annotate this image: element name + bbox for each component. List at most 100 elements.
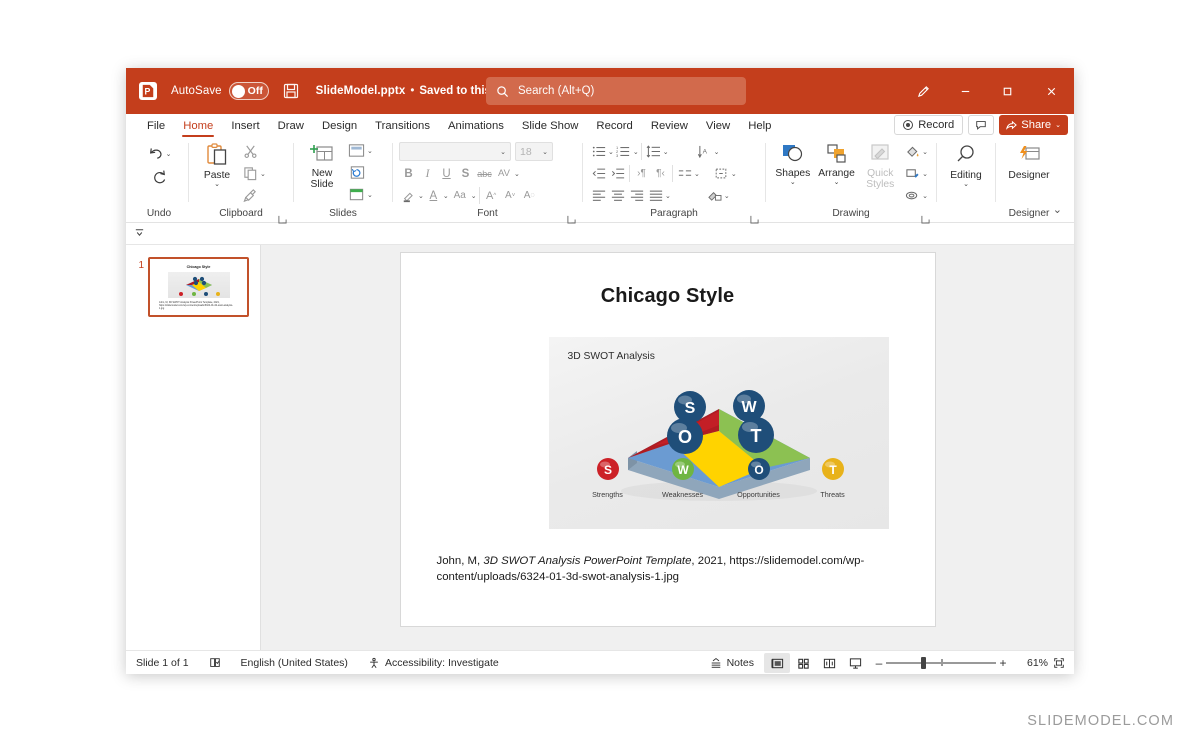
reset-button[interactable] <box>346 163 375 182</box>
arrange-button[interactable]: Arrange ⌄ <box>816 140 858 187</box>
align-text-chevron-icon[interactable]: ⌄ <box>731 170 737 178</box>
view-slide-show-button[interactable] <box>842 653 868 673</box>
format-painter-button[interactable] <box>241 186 268 205</box>
align-left-button[interactable] <box>589 186 608 205</box>
tab-transitions[interactable]: Transitions <box>366 114 439 138</box>
tab-help[interactable]: Help <box>739 114 780 138</box>
italic-button[interactable]: I <box>418 164 437 183</box>
copy-chevron-icon[interactable]: ⌄ <box>260 170 266 178</box>
undo-chevron-icon[interactable]: ⌄ <box>166 150 172 158</box>
designer-button[interactable]: Designer <box>1003 142 1055 181</box>
paste-chevron-icon[interactable]: ⌄ <box>214 181 220 189</box>
drawing-dialog-launcher[interactable] <box>921 211 931 224</box>
layout-chevron-icon[interactable]: ⌄ <box>367 147 373 155</box>
shape-fill-button[interactable]: ⌄ <box>903 142 930 161</box>
zoom-in-button[interactable]: + <box>996 656 1010 670</box>
tab-review[interactable]: Review <box>642 114 697 138</box>
search-box[interactable]: Search (Alt+Q) <box>486 77 746 105</box>
tab-slide-show[interactable]: Slide Show <box>513 114 588 138</box>
underline-button[interactable]: U <box>437 164 456 183</box>
accessibility-status[interactable]: Accessibility: Investigate <box>358 651 509 675</box>
quick-access-toolbar-icon[interactable] <box>134 225 145 243</box>
language-status[interactable]: English (United States) <box>231 651 358 675</box>
shape-outline-chevron-icon[interactable]: ⌄ <box>922 170 928 178</box>
maximize-button[interactable] <box>986 68 1028 114</box>
editing-chevron-icon[interactable]: ⌄ <box>963 181 969 189</box>
shape-fill-chevron-icon[interactable]: ⌄ <box>922 148 928 156</box>
align-right-button[interactable] <box>627 186 646 205</box>
close-button[interactable] <box>1028 68 1074 114</box>
font-name-input[interactable]: ⌄ <box>399 142 511 161</box>
fit-slide-to-window-button[interactable] <box>1048 653 1070 673</box>
tab-insert[interactable]: Insert <box>222 114 268 138</box>
columns-button[interactable] <box>675 164 694 183</box>
increase-font-size-button[interactable]: A ^ <box>482 186 501 205</box>
justify-button[interactable] <box>646 186 665 205</box>
text-direction-button[interactable]: A <box>695 142 714 161</box>
align-center-button[interactable] <box>608 186 627 205</box>
line-spacing-chevron-icon[interactable]: ⌄ <box>663 148 669 156</box>
align-text-button[interactable] <box>712 164 731 183</box>
cut-button[interactable] <box>241 142 268 161</box>
thumbnail-row[interactable]: 1 Chicago Style John, M, 3D SWOT Analysi… <box>126 257 260 317</box>
character-spacing-button[interactable]: AV <box>494 164 514 183</box>
tab-draw[interactable]: Draw <box>269 114 313 138</box>
quick-styles-button[interactable]: Quick Styles <box>859 140 901 190</box>
spellcheck-status[interactable] <box>199 651 231 675</box>
font-dialog-launcher[interactable] <box>567 211 577 224</box>
bullet-list-button[interactable] <box>589 142 608 161</box>
section-button[interactable]: ⌄ <box>346 185 375 204</box>
collapse-ribbon-chevron-icon[interactable]: ⌄ <box>1053 203 1062 216</box>
change-case-chevron-icon[interactable]: ⌄ <box>471 192 477 200</box>
font-color-button[interactable]: A <box>424 186 443 205</box>
document-name[interactable]: SlideModel.pptx <box>316 85 406 97</box>
tab-animations[interactable]: Animations <box>439 114 513 138</box>
numbered-list-button[interactable]: 123 <box>614 142 633 161</box>
decrease-indent-button[interactable] <box>589 164 608 183</box>
save-icon[interactable] <box>282 82 300 100</box>
comments-button[interactable] <box>968 115 995 135</box>
arrange-chevron-icon[interactable]: ⌄ <box>834 179 840 187</box>
zoom-slider[interactable]: – + <box>872 656 1010 670</box>
shapes-button[interactable]: Shapes ⌄ <box>772 140 814 187</box>
tab-home[interactable]: Home <box>174 114 222 138</box>
autosave-toggle[interactable]: Off <box>228 82 269 100</box>
tab-design[interactable]: Design <box>313 114 366 138</box>
strikethrough-button[interactable]: abc <box>475 164 494 183</box>
pen-draw-icon[interactable] <box>902 68 944 114</box>
view-reading-button[interactable] <box>816 653 842 673</box>
convert-to-smartart-button[interactable] <box>705 186 724 205</box>
shapes-chevron-icon[interactable]: ⌄ <box>790 179 796 187</box>
bold-button[interactable]: B <box>399 164 418 183</box>
font-size-input[interactable]: 18 ⌄ <box>515 142 553 161</box>
section-chevron-icon[interactable]: ⌄ <box>367 191 373 199</box>
notes-button[interactable]: Notes <box>700 651 764 674</box>
new-slide-button[interactable]: New Slide <box>300 140 344 190</box>
view-slide-sorter-button[interactable] <box>790 653 816 673</box>
copy-button[interactable]: ⌄ <box>241 164 268 183</box>
redo-button[interactable] <box>149 167 170 186</box>
increase-indent-button[interactable] <box>608 164 627 183</box>
columns-chevron-icon[interactable]: ⌄ <box>694 170 700 178</box>
zoom-thumb[interactable] <box>921 656 926 669</box>
tab-view[interactable]: View <box>697 114 739 138</box>
rtl-direction-button[interactable]: ¶‹ <box>651 164 670 183</box>
zoom-out-button[interactable]: – <box>872 656 886 670</box>
shape-effects-chevron-icon[interactable]: ⌄ <box>922 192 928 200</box>
paragraph-dialog-launcher[interactable] <box>750 211 760 224</box>
tab-file[interactable]: File <box>138 114 174 138</box>
layout-button[interactable]: ⌄ <box>346 141 375 160</box>
ltr-direction-button[interactable]: ›¶ <box>632 164 651 183</box>
shape-effects-button[interactable]: ⌄ <box>903 186 930 205</box>
undo-button[interactable]: ⌄ <box>145 144 174 163</box>
clear-formatting-icon[interactable]: A ◌ <box>520 186 539 205</box>
share-button[interactable]: Share ⌄ <box>999 115 1068 135</box>
zoom-level-label[interactable]: 61% <box>1014 657 1048 669</box>
slide-counter[interactable]: Slide 1 of 1 <box>126 651 199 675</box>
slide-thumbnail-pane[interactable]: 1 Chicago Style John, M, 3D SWOT Analysi… <box>126 245 261 650</box>
line-spacing-button[interactable] <box>644 142 663 161</box>
tab-record[interactable]: Record <box>587 114 641 138</box>
slide-title[interactable]: Chicago Style <box>401 285 935 308</box>
slide-canvas[interactable]: Chicago Style 3D SWOT Analysis S W O T S… <box>400 253 935 626</box>
swot-diagram-image[interactable]: 3D SWOT Analysis S W O T S Strengths W W… <box>548 337 889 529</box>
